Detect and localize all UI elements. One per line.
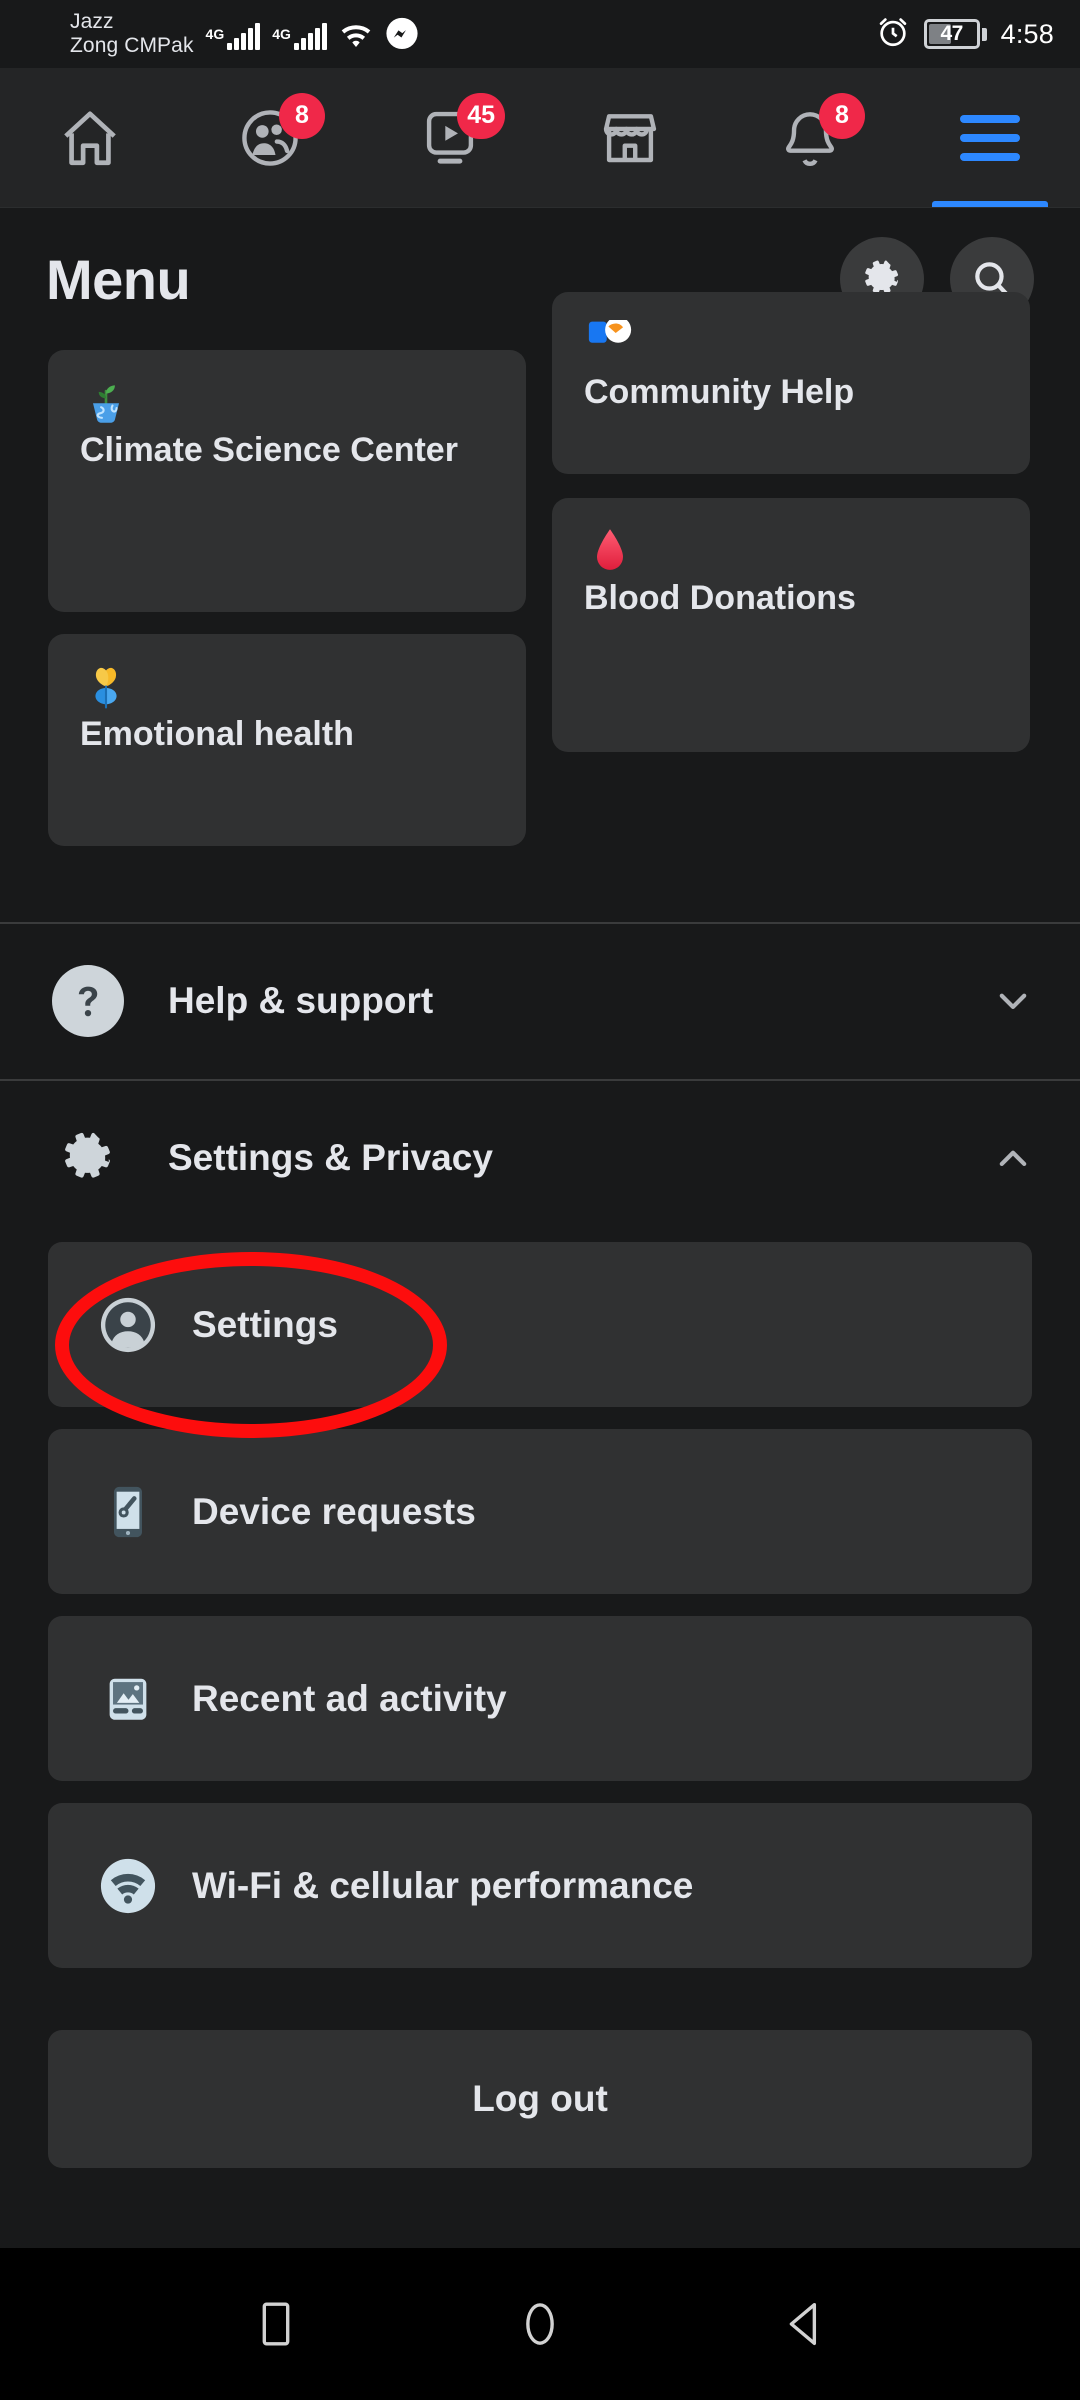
friends-badge: 8 bbox=[279, 92, 325, 139]
profile-avatar-icon bbox=[98, 1295, 158, 1355]
accordion-label: Help & support bbox=[168, 979, 434, 1021]
video-badge: 45 bbox=[457, 92, 505, 139]
accordion-label: Settings & Privacy bbox=[168, 1136, 493, 1178]
carrier-line-1: Jazz bbox=[70, 10, 114, 34]
status-bar-left: Jazz Zong CMPak 4G 4G bbox=[70, 10, 419, 57]
signal-bars-icon-1 bbox=[227, 23, 261, 50]
wifi-icon bbox=[98, 1856, 158, 1916]
menu-item-settings[interactable]: Settings bbox=[48, 1242, 1032, 1407]
gear-icon bbox=[52, 1122, 124, 1194]
marketplace-icon bbox=[597, 105, 663, 171]
shortcuts-grid: Climate Science Center Emotional health bbox=[0, 292, 1080, 922]
shortcut-card-blood-donations[interactable]: Blood Donations bbox=[552, 498, 1030, 752]
battery-icon: 47 bbox=[923, 19, 987, 49]
wifi-icon bbox=[339, 18, 373, 57]
chevron-up-icon[interactable] bbox=[992, 1137, 1034, 1179]
status-bar-clock: 4:58 bbox=[1000, 18, 1054, 49]
bell-icon: 8 bbox=[777, 92, 865, 171]
menu-item-label: Recent ad activity bbox=[192, 1677, 507, 1719]
shortcut-card-emotional-health[interactable]: Emotional health bbox=[48, 634, 526, 846]
shortcuts-column-right: Community Help Blood Donations bbox=[552, 292, 1030, 752]
accordion-help-and-support[interactable]: Help & support bbox=[0, 922, 1080, 1079]
ad-image-icon bbox=[98, 1669, 158, 1729]
nav-tab-video[interactable]: 45 bbox=[360, 68, 540, 207]
menu-item-label: Settings bbox=[192, 1303, 338, 1345]
carrier-names: Jazz Zong CMPak bbox=[70, 10, 194, 57]
shortcut-label: Community Help bbox=[584, 373, 855, 411]
square-icon[interactable] bbox=[249, 2297, 303, 2351]
device-phone-icon bbox=[98, 1482, 158, 1542]
community-help-icon bbox=[584, 320, 998, 372]
video-icon: 45 bbox=[417, 92, 505, 171]
notifications-badge: 8 bbox=[819, 92, 865, 139]
chevron-down-icon[interactable] bbox=[992, 980, 1034, 1022]
home-icon bbox=[57, 105, 123, 171]
shortcut-card-climate-science-center[interactable]: Climate Science Center bbox=[48, 350, 526, 612]
menu-item-label: Device requests bbox=[192, 1490, 476, 1532]
blood-drop-icon bbox=[584, 526, 998, 578]
triangle-left-icon[interactable] bbox=[777, 2297, 831, 2351]
carrier-line-2: Zong CMPak bbox=[70, 34, 194, 57]
nav-tab-notifications[interactable]: 8 bbox=[720, 68, 900, 207]
question-mark-icon bbox=[52, 964, 124, 1037]
network-type-2: 4G bbox=[272, 26, 291, 42]
status-bar-right: 47 4:58 bbox=[876, 15, 1054, 54]
settings-privacy-submenu: Settings Device requests Recent ad activ… bbox=[0, 1242, 1080, 2168]
shortcuts-column-left: Climate Science Center Emotional health bbox=[48, 350, 526, 846]
top-navigation-bar: 8 45 8 bbox=[0, 68, 1080, 208]
hamburger-icon bbox=[960, 114, 1020, 161]
messenger-icon bbox=[385, 17, 419, 56]
signal-bars-icon-2 bbox=[293, 23, 327, 50]
network-type-1: 4G bbox=[205, 26, 225, 42]
active-tab-indicator bbox=[932, 201, 1048, 207]
shortcut-label: Emotional health bbox=[80, 715, 354, 753]
nav-tab-home[interactable] bbox=[0, 68, 180, 207]
system-navigation-bar bbox=[0, 2248, 1080, 2400]
status-bar: Jazz Zong CMPak 4G 4G 47 4:58 bbox=[0, 0, 1080, 68]
menu-item-recent-ad-activity[interactable]: Recent ad activity bbox=[48, 1616, 1032, 1781]
menu-item-label: Wi-Fi & cellular performance bbox=[192, 1864, 694, 1906]
friends-icon: 8 bbox=[237, 92, 325, 171]
log-out-button[interactable]: Log out bbox=[48, 2030, 1032, 2168]
circle-icon[interactable] bbox=[513, 2297, 567, 2351]
shortcut-label: Climate Science Center bbox=[80, 431, 458, 469]
nav-tab-menu[interactable] bbox=[900, 68, 1080, 207]
shortcut-card-community-help[interactable]: Community Help bbox=[552, 292, 1030, 474]
nav-tab-friends[interactable]: 8 bbox=[180, 68, 360, 207]
seedling-globe-icon bbox=[80, 378, 494, 430]
accordion-settings-and-privacy[interactable]: Settings & Privacy bbox=[0, 1079, 1080, 1236]
nav-tab-marketplace[interactable] bbox=[540, 68, 720, 207]
signal-sim-2: 4G bbox=[272, 23, 327, 50]
alarm-icon bbox=[876, 15, 910, 54]
shortcut-label: Blood Donations bbox=[584, 579, 856, 617]
heart-flower-icon bbox=[80, 662, 494, 714]
menu-item-device-requests[interactable]: Device requests bbox=[48, 1429, 1032, 1594]
signal-sim-1: 4G bbox=[205, 23, 261, 50]
log-out-label: Log out bbox=[472, 2078, 608, 2119]
page-title: Menu bbox=[46, 247, 191, 311]
menu-item-wifi-cellular-performance[interactable]: Wi-Fi & cellular performance bbox=[48, 1803, 1032, 1968]
phone-screen: Jazz Zong CMPak 4G 4G 47 4:58 8 45 8 Men… bbox=[0, 0, 1080, 2400]
battery-percent: 47 bbox=[940, 22, 963, 45]
